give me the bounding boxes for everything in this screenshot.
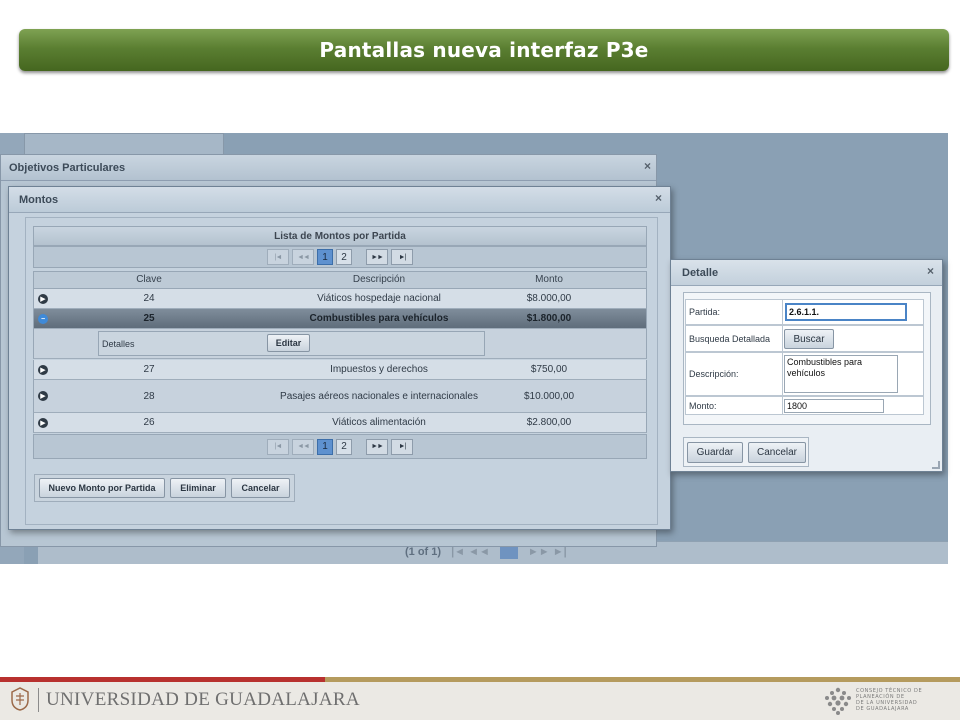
university-name: UNIVERSIDAD DE GUADALAJARA — [46, 689, 360, 710]
objetivos-dialog-title: Objetivos Particulares — [9, 161, 126, 174]
detalle-close-icon[interactable]: × — [927, 264, 934, 278]
footer-separator — [38, 688, 39, 712]
row-monto: $2.800,00 — [526, 417, 572, 428]
row-clave: 24 — [143, 293, 155, 304]
new-monto-button[interactable]: Nuevo Monto por Partida — [39, 478, 165, 498]
pager-page-2[interactable]: 2 — [336, 249, 352, 265]
busqueda-label: Busqueda Detallada — [686, 326, 783, 351]
pager-prev-icon[interactable]: ◄◄ — [292, 249, 314, 265]
expand-row-icon[interactable]: ▶ — [38, 418, 48, 428]
column-descripcion[interactable]: Descripción — [234, 272, 524, 288]
busqueda-row: Busqueda Detallada Buscar — [685, 325, 924, 352]
table-row[interactable]: ▶ 24 Viáticos hospedaje nacional $8.000,… — [33, 289, 647, 309]
detalle-button-bar: Guardar Cancelar — [683, 437, 809, 467]
row-monto: $8.000,00 — [526, 293, 572, 304]
buscar-button[interactable]: Buscar — [784, 329, 834, 349]
table-row[interactable]: ▶ 27 Impuestos y derechos $750,00 — [33, 360, 647, 380]
partida-row: Partida: 2.6.1.1. — [685, 299, 924, 325]
university-seal-icon — [11, 687, 29, 711]
objetivos-close-icon[interactable]: × — [644, 159, 651, 173]
slide: Pantallas nueva interfaz P3e (1 of 1) |◄… — [0, 0, 960, 720]
row-detail-panel: Detalles Editar — [33, 329, 647, 359]
pager-page-1[interactable]: 1 — [317, 249, 333, 265]
ctp-logo-icon — [825, 687, 851, 715]
table-header: Clave Descripción Monto — [33, 271, 647, 289]
collapse-row-icon[interactable]: − — [38, 314, 48, 324]
pager-first-icon[interactable]: |◄ — [267, 438, 289, 455]
delete-button[interactable]: Eliminar — [170, 478, 226, 498]
ctp-text: CONSEJO TÉCNICO DE PLANEACIÓN DE DE LA U… — [856, 688, 922, 712]
column-monto[interactable]: Monto — [504, 272, 594, 288]
pager-page-2[interactable]: 2 — [336, 438, 352, 455]
table-row[interactable]: ▶ 26 Viáticos alimentación $2.800,00 — [33, 413, 647, 433]
row-clave: 26 — [143, 417, 155, 428]
cancel-button[interactable]: Cancelar — [231, 478, 290, 498]
monto-label: Monto: — [686, 397, 783, 414]
row-monto: $10.000,00 — [523, 390, 575, 402]
montos-dialog-header: Montos — [9, 187, 670, 213]
monto-input[interactable]: 1800 — [784, 399, 884, 413]
row-descripcion: Viáticos alimentación — [332, 417, 426, 428]
pager-last-icon[interactable]: ►| — [391, 438, 413, 455]
row-clave: 25 — [143, 313, 155, 324]
detalle-cancel-button[interactable]: Cancelar — [748, 442, 806, 463]
row-clave: 28 — [143, 390, 155, 402]
objetivos-dialog-header: Objetivos Particulares — [1, 155, 656, 181]
descripcion-textarea[interactable]: Combustibles para vehículos — [784, 355, 898, 393]
row-descripcion: Viáticos hospedaje nacional — [317, 293, 441, 304]
ctp-line: DE GUADALAJARA — [856, 706, 909, 712]
partida-input[interactable]: 2.6.1.1. — [785, 303, 907, 321]
montos-close-icon[interactable]: × — [655, 191, 662, 205]
list-title: Lista de Montos por Partida — [33, 226, 647, 246]
top-pager: |◄ ◄◄ 1 2 ►► ►| — [33, 246, 647, 268]
title-banner: Pantallas nueva interfaz P3e — [19, 29, 949, 71]
row-monto: $750,00 — [530, 364, 568, 375]
montos-button-bar: Nuevo Monto por Partida Eliminar Cancela… — [34, 474, 295, 502]
pager-prev-icon[interactable]: ◄◄ — [292, 438, 314, 455]
detalle-dialog-header: Detalle — [671, 260, 942, 286]
pager-next-icon[interactable]: ►► — [366, 249, 388, 265]
background-pager: (1 of 1) |◄ ◄◄ ►► ►| — [405, 545, 567, 559]
detail-box: Detalles Editar — [98, 331, 485, 356]
column-clave[interactable]: Clave — [94, 272, 204, 288]
partida-label: Partida: — [686, 300, 783, 324]
expand-row-icon[interactable]: ▶ — [38, 391, 48, 401]
slide-title: Pantallas nueva interfaz P3e — [319, 38, 649, 62]
expand-row-icon[interactable]: ▶ — [38, 365, 48, 375]
background-pager-next-icon[interactable]: ►► ►| — [528, 546, 567, 558]
monto-row: Monto: 1800 — [685, 396, 924, 415]
edit-button[interactable]: Editar — [267, 334, 310, 352]
row-monto: $1.800,00 — [526, 313, 572, 324]
pager-last-icon[interactable]: ►| — [391, 249, 413, 265]
detail-label: Detalles — [102, 339, 135, 349]
pager-first-icon[interactable]: |◄ — [267, 249, 289, 265]
row-descripcion: Pasajes aéreos nacionales e internaciona… — [280, 390, 478, 402]
row-descripcion: Combustibles para vehículos — [309, 313, 449, 324]
table-row[interactable]: ▶ 28 Pasajes aéreos nacionales e interna… — [33, 380, 647, 413]
background-pager-text: (1 of 1) — [405, 546, 442, 558]
save-button[interactable]: Guardar — [687, 442, 743, 463]
background-pager-prev-icon[interactable]: |◄ ◄◄ — [451, 546, 490, 558]
row-descripcion: Impuestos y derechos — [330, 364, 428, 375]
descripcion-label: Descripción: — [686, 353, 783, 395]
detalle-dialog: Detalle × Partida: 2.6.1.1. Busqueda Det… — [670, 259, 943, 472]
row-clave: 27 — [143, 364, 155, 375]
detalle-dialog-title: Detalle — [682, 266, 719, 279]
pager-next-icon[interactable]: ►► — [366, 438, 388, 455]
expand-row-icon[interactable]: ▶ — [38, 294, 48, 304]
descripcion-row: Descripción: Combustibles para vehículos — [685, 352, 924, 396]
background-pager-page[interactable] — [499, 545, 518, 559]
pager-page-1[interactable]: 1 — [317, 438, 333, 455]
bottom-pager: |◄ ◄◄ 1 2 ►► ►| — [33, 434, 647, 459]
table-row-selected[interactable]: − 25 Combustibles para vehículos $1.800,… — [33, 309, 647, 329]
montos-dialog-title: Montos — [19, 193, 59, 206]
resize-handle-icon[interactable] — [932, 461, 940, 469]
